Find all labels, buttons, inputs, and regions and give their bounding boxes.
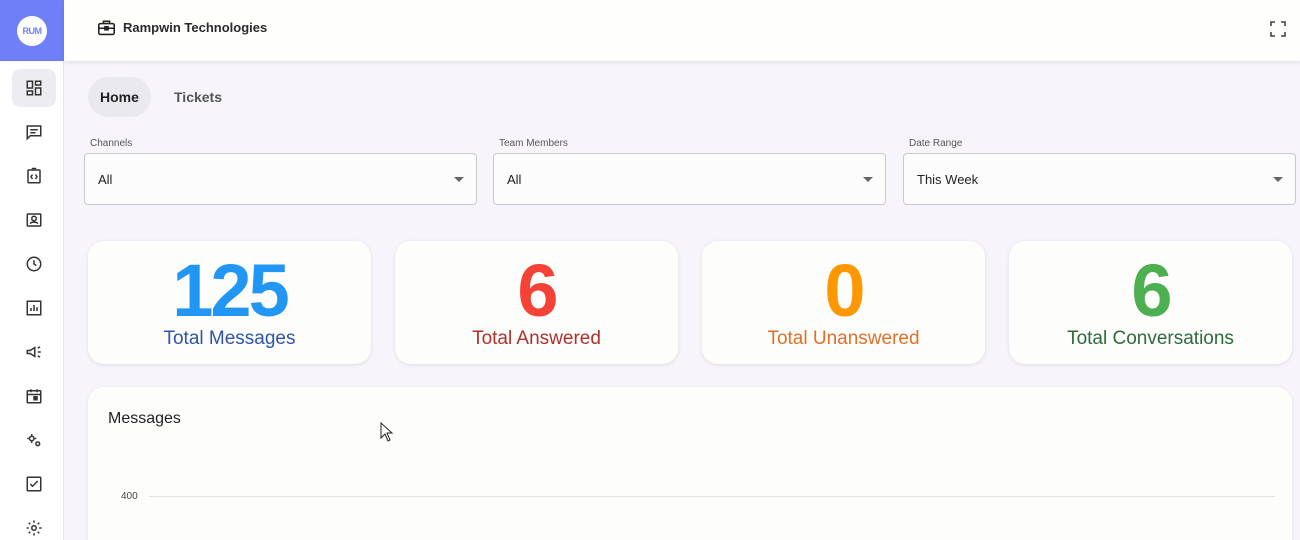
chat-icon[interactable] [12,113,56,151]
dropdown-arrow-icon [454,177,464,182]
tab-tickets[interactable]: Tickets [162,77,234,117]
messages-chart-panel: Messages 400 [88,387,1292,540]
stat-card-total-answered: 6 Total Answered [395,241,678,364]
channels-label: Channels [90,138,133,149]
sidebar: RUM [0,0,64,540]
channels-select[interactable]: All [84,153,477,205]
briefcase-icon [98,20,115,36]
fullscreen-icon[interactable] [1270,21,1286,37]
clock-icon[interactable] [12,245,56,283]
organization-name: Rampwin Technologies [123,20,268,35]
channels-value: All [98,171,113,187]
dropdown-arrow-icon [1273,177,1283,182]
tasks-icon[interactable] [12,465,56,503]
stat-card-total-unanswered: 0 Total Unanswered [702,241,985,364]
stat-label: Total Unanswered [767,328,920,349]
team-members-value: All [507,171,522,187]
chart-title: Messages [108,410,181,427]
dashboard-icon[interactable] [12,69,56,107]
mouse-cursor-icon [380,422,394,442]
chart-gridline [149,496,1275,497]
team-members-label: Team Members [499,138,568,149]
calendar-icon[interactable] [12,377,56,415]
stat-value: 6 [1131,249,1172,332]
logo[interactable]: RUM [0,0,64,61]
stat-value: 125 [172,249,289,332]
stat-card-total-conversations: 6 Total Conversations [1009,241,1292,364]
stat-value: 6 [517,249,558,332]
stat-value: 0 [824,249,865,332]
stat-label: Total Conversations [1067,328,1234,349]
top-header: Rampwin Technologies [64,0,1300,61]
code-icon[interactable] [12,157,56,195]
dropdown-arrow-icon [863,177,873,182]
organization-selector[interactable]: Rampwin Technologies [97,19,267,36]
date-range-select[interactable]: This Week [903,153,1296,205]
campaign-icon[interactable] [12,333,56,371]
logo-mark: RUM [17,15,47,46]
stat-card-total-messages: 125 Total Messages [88,241,371,364]
settings-icon[interactable] [12,509,56,540]
report-icon[interactable] [12,289,56,327]
date-range-label: Date Range [909,138,963,149]
y-tick-label: 400 [121,491,138,502]
automation-icon[interactable] [12,421,56,459]
tab-home[interactable]: Home [88,77,151,117]
team-members-select[interactable]: All [493,153,886,205]
stat-label: Total Answered [472,328,601,349]
stat-label: Total Messages [163,328,296,349]
date-range-value: This Week [917,171,979,187]
contacts-icon[interactable] [12,201,56,239]
